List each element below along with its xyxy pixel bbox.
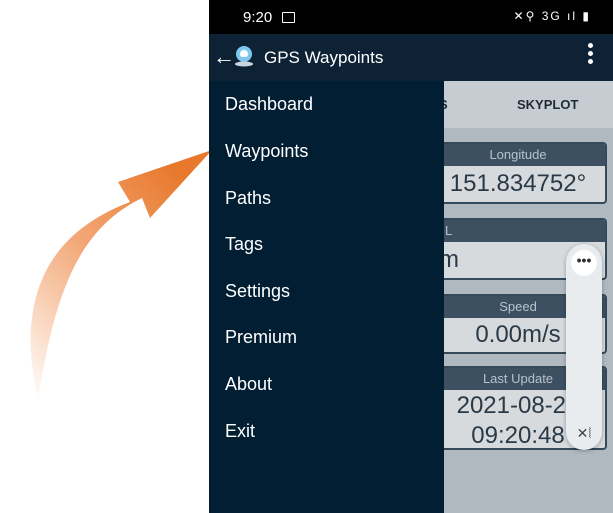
drawer-item-settings[interactable]: Settings (225, 281, 290, 302)
longitude-card: Longitude 151.834752° (429, 142, 607, 204)
drawer-item-dashboard[interactable]: Dashboard (225, 94, 313, 115)
longitude-label: Longitude (431, 144, 605, 166)
app-bar: ← GPS Waypoints (209, 34, 613, 81)
curved-arrow-graphic (30, 150, 213, 400)
status-bar: 9:20 ✕⚲ 3G ıl ▮ (209, 0, 613, 34)
app-title: GPS Waypoints (264, 48, 384, 67)
app-logo-icon (235, 46, 253, 67)
back-arrow-icon[interactable]: ← (213, 44, 235, 70)
drawer-item-tags[interactable]: Tags (225, 234, 263, 255)
phone-screen: 9:20 ✕⚲ 3G ıl ▮ S SKYPLOT Longitude 151.… (209, 0, 613, 513)
volume-more-button[interactable]: ••• (571, 250, 597, 276)
drawer-item-exit[interactable]: Exit (225, 421, 255, 442)
mute-icon[interactable]: ✕⦚ (566, 425, 602, 442)
drawer-item-premium[interactable]: Premium (225, 327, 297, 348)
drawer-item-about[interactable]: About (225, 374, 272, 395)
drawer-item-paths[interactable]: Paths (225, 188, 271, 209)
drawer-item-waypoints[interactable]: Waypoints (225, 141, 308, 162)
tab-skyplot[interactable]: SKYPLOT (517, 97, 578, 112)
navigation-drawer: Dashboard Waypoints Paths Tags Settings … (209, 81, 444, 513)
volume-slider-panel[interactable]: ••• ✕⦚ (566, 244, 602, 450)
overflow-menu-icon[interactable] (587, 43, 593, 69)
altitude-label: L (431, 220, 605, 242)
status-icons: ✕⚲ 3G ıl ▮ (513, 9, 591, 23)
gallery-notification-icon (282, 12, 295, 23)
screenshot-root: 9:20 ✕⚲ 3G ıl ▮ S SKYPLOT Longitude 151.… (0, 0, 613, 513)
status-time: 9:20 (243, 9, 273, 26)
longitude-value: 151.834752° (449, 170, 587, 197)
